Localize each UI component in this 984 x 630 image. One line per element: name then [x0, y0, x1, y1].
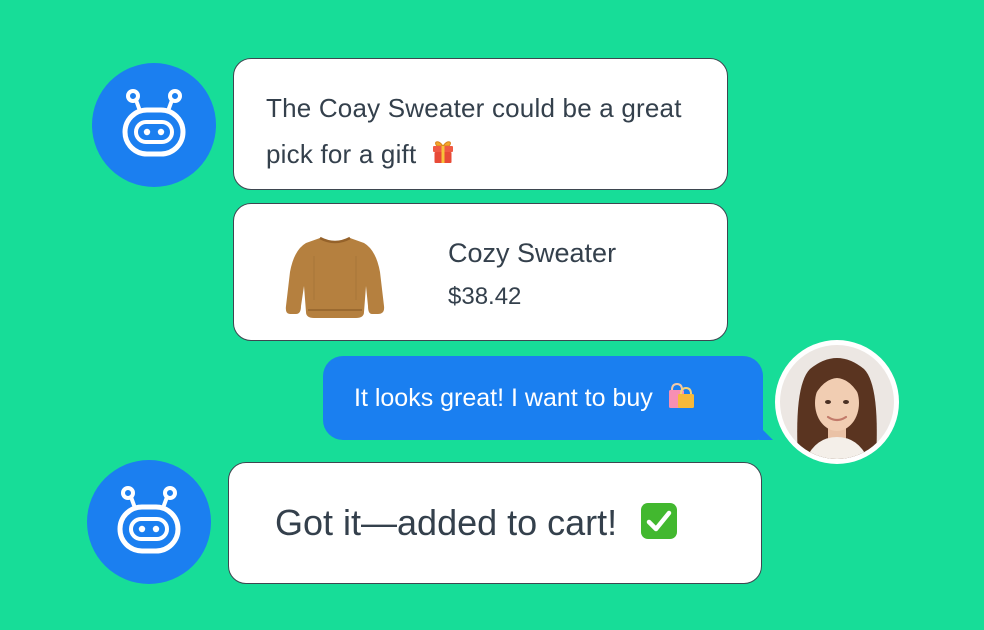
bot-message-text: Got it—added to cart! — [275, 502, 618, 543]
user-message-text: It looks great! I want to buy — [354, 384, 653, 412]
product-price: $38.42 — [448, 283, 522, 310]
product-card[interactable]: Cozy Sweater $38.42 — [233, 203, 728, 341]
bot-avatar — [87, 460, 211, 584]
bot-message-bubble: The Coay Sweater could be a great pick f… — [233, 58, 728, 190]
bot-message-bubble: Got it—added to cart! — [228, 462, 762, 584]
gift-icon — [432, 141, 453, 164]
robot-icon — [117, 486, 181, 554]
sweater-icon — [285, 236, 385, 318]
user-avatar — [775, 340, 899, 464]
user-message-bubble: It looks great! I want to buy — [323, 356, 773, 440]
bot-avatar — [92, 63, 216, 187]
shopping-bags-icon — [668, 383, 694, 409]
checkmark-icon — [641, 503, 678, 540]
product-name: Cozy Sweater — [448, 238, 617, 268]
robot-icon — [122, 89, 186, 157]
bot-message-text: The Coay Sweater could be a great pick f… — [266, 93, 682, 169]
